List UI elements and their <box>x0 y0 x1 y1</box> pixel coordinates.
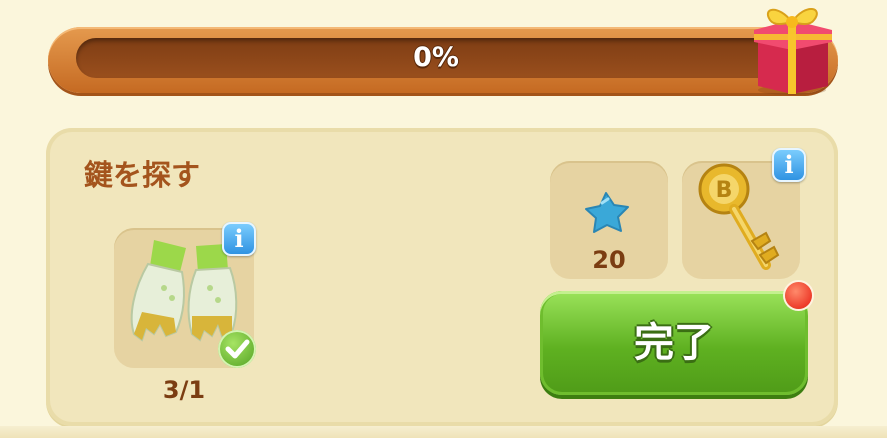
check-icon <box>218 330 256 368</box>
progress-track: 0% <box>76 38 796 78</box>
svg-text:B: B <box>716 178 733 203</box>
gift-icon[interactable] <box>748 0 834 96</box>
gloves-info-icon[interactable]: i <box>222 222 256 256</box>
key-info-icon[interactable]: i <box>772 148 806 182</box>
progress-bar: 0% <box>48 27 838 93</box>
bottom-edge <box>0 426 887 438</box>
progress-label: 0% <box>413 42 459 73</box>
quest-panel: 鍵を探す i 3/1 20 B i 完了 <box>46 128 838 426</box>
done-button-label: 完了 <box>634 320 714 366</box>
required-item-count: 3/1 <box>162 376 206 404</box>
done-button[interactable]: 完了 <box>540 291 808 395</box>
quest-title: 鍵を探す <box>84 158 201 192</box>
star-reward-amount: 20 <box>592 246 626 274</box>
notification-dot <box>785 282 812 309</box>
